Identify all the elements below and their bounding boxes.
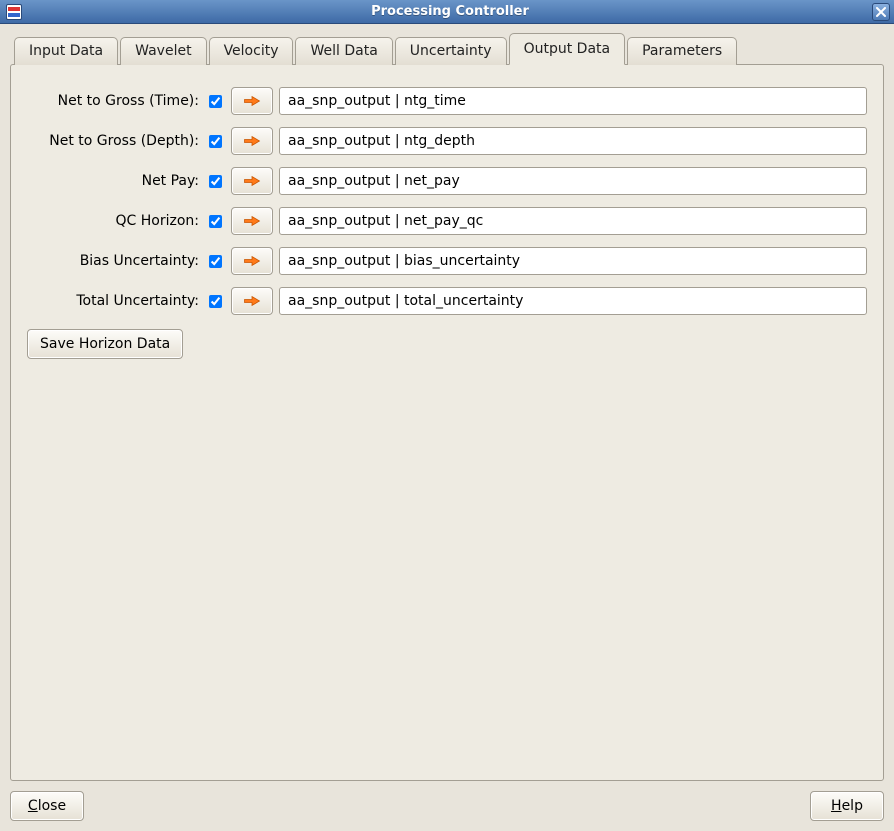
- dialog-footer: Close Help: [10, 781, 884, 821]
- app-icon: [6, 4, 22, 20]
- tab-parameters[interactable]: Parameters: [627, 37, 737, 65]
- save-horizon-data-button[interactable]: Save Horizon Data: [27, 329, 183, 359]
- window-body: Input Data Wavelet Velocity Well Data Un…: [0, 24, 894, 831]
- label-total-uncertainty: Total Uncertainty:: [27, 293, 199, 309]
- help-button-rest: elp: [842, 798, 863, 814]
- browse-button-ntg-time[interactable]: [231, 87, 273, 115]
- checkbox-net-pay[interactable]: [209, 175, 222, 188]
- label-qc-horizon: QC Horizon:: [27, 213, 199, 229]
- tab-wavelet[interactable]: Wavelet: [120, 37, 206, 65]
- close-icon: [876, 7, 886, 17]
- arrow-right-icon: [243, 94, 261, 108]
- field-ntg-time[interactable]: [279, 87, 867, 115]
- arrow-right-icon: [243, 134, 261, 148]
- window-titlebar: Processing Controller: [0, 0, 894, 24]
- arrow-right-icon: [243, 294, 261, 308]
- field-bias-uncertainty[interactable]: [279, 247, 867, 275]
- window-title: Processing Controller: [28, 4, 872, 19]
- output-data-form: Net to Gross (Time): Net to Gross (Depth…: [27, 87, 867, 315]
- field-total-uncertainty[interactable]: [279, 287, 867, 315]
- tab-panel-output-data: Net to Gross (Time): Net to Gross (Depth…: [10, 64, 884, 781]
- checkbox-ntg-time[interactable]: [209, 95, 222, 108]
- help-button[interactable]: Help: [810, 791, 884, 821]
- field-qc-horizon[interactable]: [279, 207, 867, 235]
- checkbox-qc-horizon[interactable]: [209, 215, 222, 228]
- checkbox-ntg-depth[interactable]: [209, 135, 222, 148]
- tab-well-data[interactable]: Well Data: [295, 37, 392, 65]
- tab-velocity[interactable]: Velocity: [209, 37, 294, 65]
- arrow-right-icon: [243, 254, 261, 268]
- arrow-right-icon: [243, 214, 261, 228]
- label-ntg-time: Net to Gross (Time):: [27, 93, 199, 109]
- tab-input-data[interactable]: Input Data: [14, 37, 118, 65]
- browse-button-net-pay[interactable]: [231, 167, 273, 195]
- tab-container: Input Data Wavelet Velocity Well Data Un…: [10, 32, 884, 781]
- arrow-right-icon: [243, 174, 261, 188]
- save-horizon-row: Save Horizon Data: [27, 329, 867, 359]
- tab-uncertainty[interactable]: Uncertainty: [395, 37, 507, 65]
- checkbox-total-uncertainty[interactable]: [209, 295, 222, 308]
- label-bias-uncertainty: Bias Uncertainty:: [27, 253, 199, 269]
- field-ntg-depth[interactable]: [279, 127, 867, 155]
- browse-button-total-uncertainty[interactable]: [231, 287, 273, 315]
- close-button[interactable]: Close: [10, 791, 84, 821]
- tab-output-data[interactable]: Output Data: [509, 33, 626, 65]
- label-net-pay: Net Pay:: [27, 173, 199, 189]
- label-ntg-depth: Net to Gross (Depth):: [27, 133, 199, 149]
- field-net-pay[interactable]: [279, 167, 867, 195]
- window-close-button[interactable]: [872, 3, 890, 21]
- browse-button-qc-horizon[interactable]: [231, 207, 273, 235]
- tabstrip: Input Data Wavelet Velocity Well Data Un…: [10, 32, 884, 64]
- browse-button-ntg-depth[interactable]: [231, 127, 273, 155]
- browse-button-bias-uncertainty[interactable]: [231, 247, 273, 275]
- close-button-rest: lose: [38, 798, 66, 814]
- checkbox-bias-uncertainty[interactable]: [209, 255, 222, 268]
